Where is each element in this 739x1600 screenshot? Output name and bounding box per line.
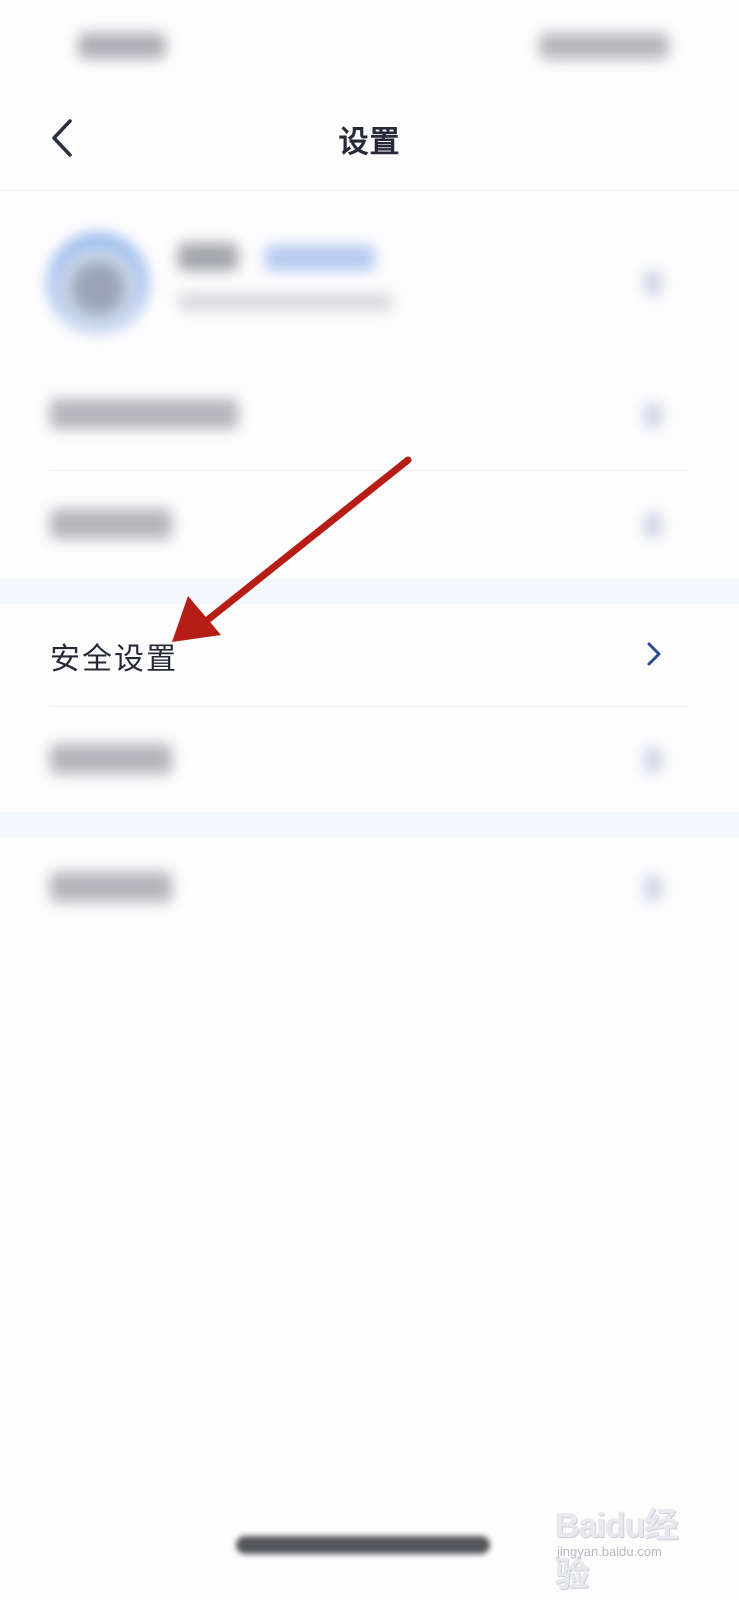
menu-item-label-placeholder <box>50 509 172 539</box>
menu-item-label-placeholder <box>50 399 238 429</box>
profile-tag-placeholder <box>265 245 375 271</box>
chevron-right-icon <box>644 876 662 900</box>
menu-item-blurred-3[interactable] <box>0 710 739 810</box>
chevron-right-icon <box>644 513 662 537</box>
menu-item-blurred-4[interactable] <box>0 838 739 938</box>
menu-item-blurred-2[interactable] <box>0 475 739 575</box>
status-time-placeholder <box>78 33 166 59</box>
nav-bar: 设置 <box>0 95 739 191</box>
profile-name-placeholder <box>178 243 238 271</box>
chevron-right-icon <box>647 642 661 666</box>
section-separator <box>0 578 739 604</box>
profile-subtitle-placeholder <box>178 293 393 311</box>
avatar <box>48 233 148 333</box>
page-title: 设置 <box>338 125 401 160</box>
chevron-right-icon <box>644 748 662 772</box>
menu-item-blurred-1[interactable] <box>0 365 739 465</box>
menu-item-label-placeholder <box>50 744 172 774</box>
status-bar <box>0 0 739 95</box>
profile-card[interactable] <box>0 215 739 345</box>
menu-item-label-placeholder <box>50 872 172 902</box>
section-separator <box>0 812 739 838</box>
status-icons-placeholder <box>539 33 669 59</box>
home-indicator <box>236 1536 490 1554</box>
divider <box>50 706 690 707</box>
chevron-right-icon <box>644 271 662 295</box>
chevron-right-icon <box>644 403 662 427</box>
divider <box>50 470 690 471</box>
watermark-url: jingyan.baidu.com <box>557 1544 662 1559</box>
menu-item-security-settings[interactable]: 安全设置 <box>0 604 739 704</box>
menu-item-label: 安全设置 <box>50 642 178 677</box>
baidu-watermark: Baidu经验 jingyan.baidu.com <box>555 1498 705 1594</box>
